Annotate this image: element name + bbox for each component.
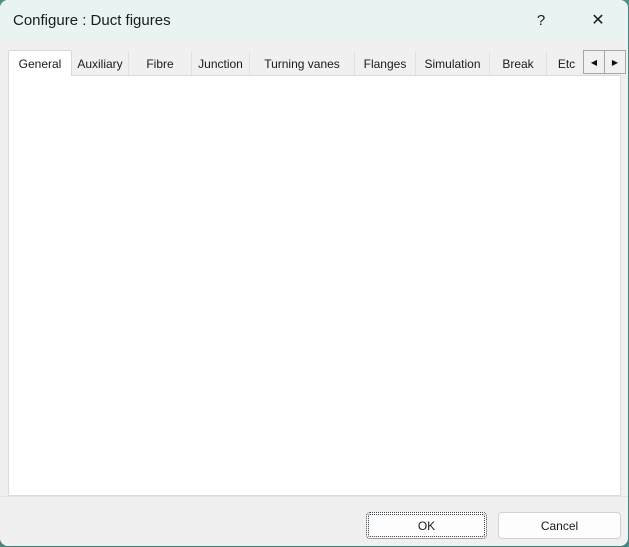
close-button[interactable]: ✕ — [581, 4, 615, 36]
tab-scroll-left-button[interactable]: ◀ — [583, 50, 605, 74]
tab-label: Simulation — [424, 57, 480, 71]
help-button[interactable]: ? — [524, 4, 558, 36]
configure-duct-figures-dialog: Configure : Duct figures ? ✕ General Aux… — [0, 0, 628, 546]
tab-label: Break — [502, 57, 533, 71]
tab-label: Flanges — [364, 57, 407, 71]
tab-label: Turning vanes — [264, 57, 340, 71]
tab-turning-vanes[interactable]: Turning vanes — [250, 51, 355, 76]
titlebar: Configure : Duct figures ? ✕ — [0, 0, 628, 40]
arrow-right-icon: ▶ — [612, 58, 618, 67]
tab-fibre[interactable]: Fibre — [129, 51, 192, 76]
tab-scroll-buttons: ◀ ▶ — [584, 50, 626, 74]
tab-simulation[interactable]: Simulation — [416, 51, 490, 76]
tab-break[interactable]: Break — [490, 51, 547, 76]
tab-flanges[interactable]: Flanges — [355, 51, 416, 76]
tab-label: Fibre — [146, 57, 173, 71]
tab-etc[interactable]: Etc — [547, 51, 584, 76]
tab-scroll-right-button[interactable]: ▶ — [604, 50, 626, 74]
tab-label: Etc — [558, 57, 575, 71]
dialog-footer: OK Cancel — [0, 496, 628, 546]
tab-label: Auxiliary — [77, 57, 122, 71]
arrow-left-icon: ◀ — [591, 58, 597, 67]
tab-strip: General Auxiliary Fibre Junction Turning… — [8, 50, 584, 76]
ok-button[interactable]: OK — [366, 512, 487, 539]
tab-junction[interactable]: Junction — [192, 51, 250, 76]
cancel-button[interactable]: Cancel — [498, 512, 621, 539]
dialog-title: Configure : Duct figures — [0, 12, 171, 29]
tab-general[interactable]: General — [8, 50, 72, 76]
tab-page-general — [8, 75, 621, 496]
tab-label: Junction — [198, 57, 243, 71]
tab-label: General — [19, 57, 62, 71]
tab-auxiliary[interactable]: Auxiliary — [72, 51, 129, 76]
